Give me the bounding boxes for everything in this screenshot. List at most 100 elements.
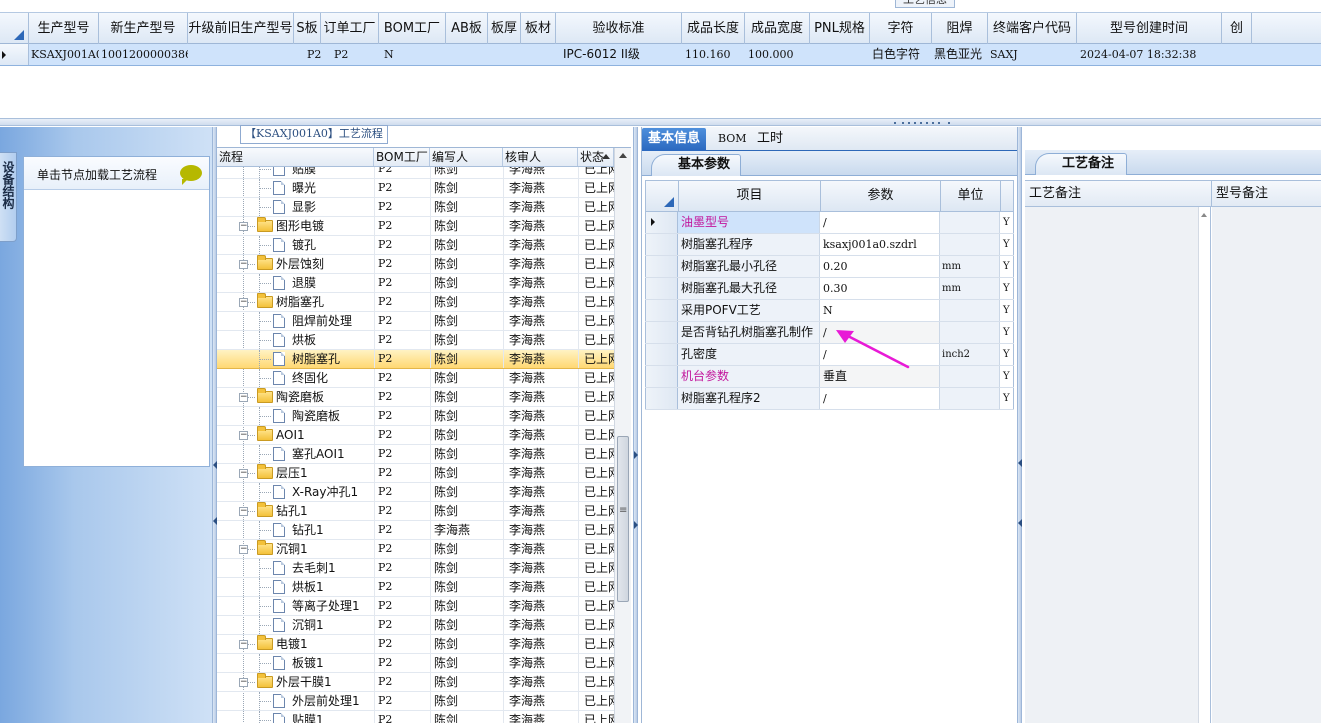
craft-info-tab[interactable]: 工艺信息	[895, 0, 955, 8]
tree-group-row[interactable]: − AOI1 P2陈剑李海燕已上网	[217, 426, 614, 445]
collapse-toggle-icon[interactable]: −	[239, 222, 248, 231]
notes-scrollbar[interactable]	[1198, 207, 1210, 723]
model-notes-field[interactable]	[1212, 207, 1321, 723]
scroll-up-icon[interactable]	[619, 153, 627, 158]
tree-group-row[interactable]: − 外层干膜1 P2陈剑李海燕已上网	[217, 673, 614, 692]
col-header-8[interactable]: 板材	[521, 13, 556, 44]
param-row[interactable]: 树脂塞孔程序2/ Y	[645, 388, 1014, 410]
horizontal-splitter[interactable]	[0, 118, 1321, 126]
col-header-16[interactable]: 型号创建时间	[1077, 13, 1222, 44]
side-tab-device-structure[interactable]: 设备结构	[0, 152, 17, 242]
col-header-0[interactable]: 生产型号	[29, 13, 99, 44]
collapse-toggle-icon[interactable]: −	[239, 469, 248, 478]
col-header-12[interactable]: PNL规格	[810, 13, 870, 44]
tree-step-row[interactable]: 曝光 P2陈剑李海燕已上网	[217, 179, 614, 198]
param-row[interactable]: 机台参数 垂直 Y	[645, 366, 1014, 388]
middle-splitter[interactable]	[633, 127, 638, 723]
param-row[interactable]: 树脂塞孔最小孔径 0.20 mm Y	[645, 256, 1014, 278]
col-header-item[interactable]: 项目	[679, 181, 821, 211]
col-header-writer[interactable]: 编写人	[430, 148, 503, 166]
tree-group-row[interactable]: − 陶瓷磨板 P2陈剑李海燕已上网	[217, 388, 614, 407]
cell-11[interactable]: 100.000	[746, 44, 810, 65]
tree-step-row[interactable]: 贴膜 P2陈剑李海燕已上网	[217, 167, 614, 179]
col-header-process[interactable]: 流程	[217, 148, 374, 166]
col-header-1[interactable]: 新生产型号	[99, 13, 188, 44]
col-header-param[interactable]: 参数	[821, 181, 941, 211]
col-header-craft-notes[interactable]: 工艺备注	[1025, 181, 1212, 207]
tab-basic-params[interactable]: 基本参数	[651, 154, 742, 176]
collapse-toggle-icon[interactable]: −	[239, 640, 248, 649]
right-splitter[interactable]	[1017, 127, 1022, 723]
tree-vertical-scrollbar[interactable]	[614, 148, 631, 723]
tree-step-row[interactable]: 沉铜1 P2陈剑李海燕已上网	[217, 616, 614, 635]
tree-step-row[interactable]: 贴膜1 P2陈剑李海燕已上网	[217, 711, 614, 723]
tree-step-row[interactable]: 终固化 P2陈剑李海燕已上网	[217, 369, 614, 388]
tree-step-row[interactable]: 等离子处理1 P2陈剑李海燕已上网	[217, 597, 614, 616]
param-value-field[interactable]: /	[820, 212, 940, 233]
col-header-2[interactable]: 升级前旧生产型号	[188, 13, 294, 44]
tree-group-row[interactable]: − 外层蚀刻 P2陈剑李海燕已上网	[217, 255, 614, 274]
cell-10[interactable]: 110.160	[683, 44, 745, 65]
tree-group-row[interactable]: − 沉铜1 P2陈剑李海燕已上网	[217, 540, 614, 559]
col-header-10[interactable]: 成品长度	[682, 13, 745, 44]
param-row[interactable]: 采用POFV工艺 N Y	[645, 300, 1014, 322]
col-header-7[interactable]: 板厚	[488, 13, 521, 44]
col-header-3[interactable]: S板	[294, 13, 321, 44]
col-header-5[interactable]: BOM工厂	[379, 13, 446, 44]
param-row[interactable]: 树脂塞孔程序 ksaxj001a0.szdrl Y	[645, 234, 1014, 256]
cell-6[interactable]	[447, 44, 488, 65]
param-value-field[interactable]: 0.30	[820, 278, 940, 299]
scroll-thumb[interactable]	[617, 436, 629, 602]
col-header-9[interactable]: 验收标准	[556, 13, 682, 44]
param-value-field[interactable]: /	[820, 388, 940, 409]
collapse-toggle-icon[interactable]: −	[239, 678, 248, 687]
tree-group-row[interactable]: − 图形电镀 P2陈剑李海燕已上网	[217, 217, 614, 236]
tab-bom[interactable]: BOM	[712, 128, 753, 151]
col-header-model-notes[interactable]: 型号备注	[1212, 181, 1321, 207]
tree-step-row[interactable]: 树脂塞孔 P2陈剑李海燕已上网	[217, 350, 614, 369]
collapse-toggle-icon[interactable]: −	[239, 431, 248, 440]
cell-3[interactable]: P2	[295, 44, 321, 65]
col-header-15[interactable]: 终端客户代码	[988, 13, 1077, 44]
col-header-11[interactable]: 成品宽度	[745, 13, 810, 44]
tree-step-row[interactable]: 阻焊前处理 P2陈剑李海燕已上网	[217, 312, 614, 331]
collapse-toggle-icon[interactable]: −	[239, 298, 248, 307]
tree-step-row[interactable]: 烘板1 P2陈剑李海燕已上网	[217, 578, 614, 597]
tree-group-row[interactable]: − 层压1 P2陈剑李海燕已上网	[217, 464, 614, 483]
collapse-toggle-icon[interactable]: −	[239, 393, 248, 402]
tree-step-row[interactable]: 镀孔 P2陈剑李海燕已上网	[217, 236, 614, 255]
model-grid-row[interactable]: KSAXJ001A010012000003867P2P2NIPC-6012 II…	[0, 44, 1321, 66]
cell-1[interactable]: 10012000003867	[100, 44, 188, 65]
col-header-reviewer[interactable]: 核审人	[503, 148, 578, 166]
collapse-toggle-icon[interactable]: −	[239, 507, 248, 516]
collapse-toggle-icon[interactable]: −	[239, 260, 248, 269]
splitter-grip-icon[interactable]	[888, 120, 954, 125]
cell-4[interactable]: P2	[322, 44, 379, 65]
col-header-6[interactable]: AB板	[446, 13, 488, 44]
cell-8[interactable]	[522, 44, 556, 65]
cell-7[interactable]	[489, 44, 521, 65]
param-row[interactable]: 是否背钻孔树脂塞孔制作 / Y	[645, 322, 1014, 344]
tab-work-hours[interactable]: 工时	[751, 128, 789, 151]
param-value-field[interactable]: ksaxj001a0.szdrl	[820, 234, 940, 255]
param-row[interactable]: 树脂塞孔最大孔径 0.30 mm Y	[645, 278, 1014, 300]
param-value-field[interactable]: 0.20	[820, 256, 940, 277]
tab-craft-notes[interactable]: 工艺备注	[1035, 153, 1128, 175]
tree-step-row[interactable]: 外层前处理1 P2陈剑李海燕已上网	[217, 692, 614, 711]
col-header-14[interactable]: 阻焊	[932, 13, 988, 44]
cell-15[interactable]: SAXJ	[989, 44, 1077, 65]
cell-14[interactable]: 黑色亚光	[933, 44, 988, 65]
col-header-unit[interactable]: 单位	[941, 181, 1001, 211]
cell-9[interactable]: IPC-6012 II级	[557, 44, 682, 65]
tree-step-row[interactable]: 退膜 P2陈剑李海燕已上网	[217, 274, 614, 293]
tree-step-row[interactable]: 板镀1 P2陈剑李海燕已上网	[217, 654, 614, 673]
param-row[interactable]: 孔密度 / inch2 Y	[645, 344, 1014, 366]
tree-step-row[interactable]: 显影 P2陈剑李海燕已上网	[217, 198, 614, 217]
tree-group-row[interactable]: − 电镀1 P2陈剑李海燕已上网	[217, 635, 614, 654]
cell-0[interactable]: KSAXJ001A0	[30, 44, 99, 65]
cell-5[interactable]: N	[380, 44, 446, 65]
cell-12[interactable]	[811, 44, 870, 65]
craft-notes-field[interactable]	[1025, 207, 1211, 723]
tree-step-row[interactable]: 去毛刺1 P2陈剑李海燕已上网	[217, 559, 614, 578]
param-row[interactable]: 油墨型号 / Y	[645, 212, 1014, 234]
